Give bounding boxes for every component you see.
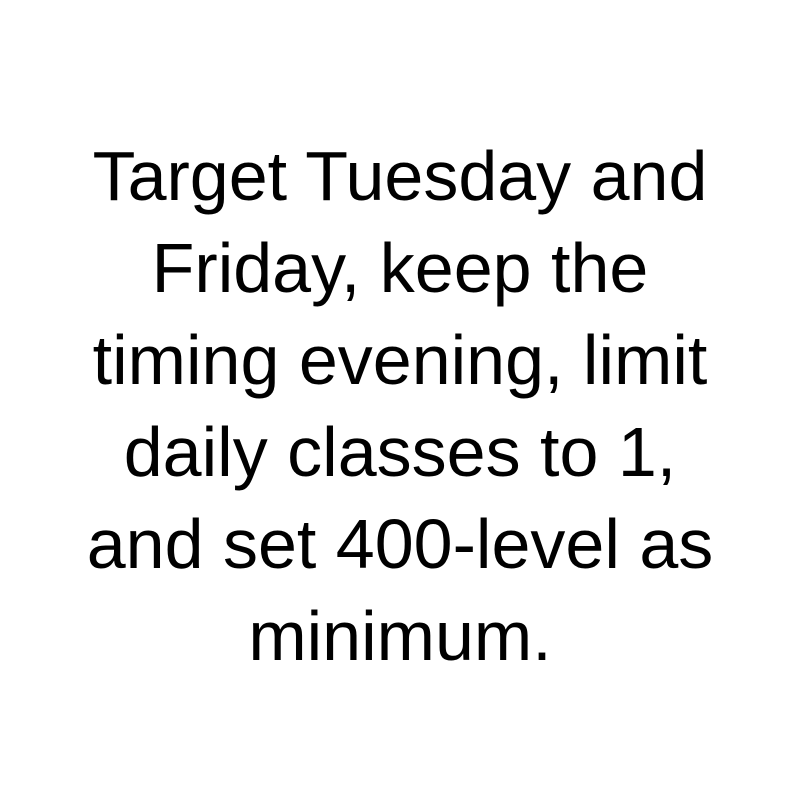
instruction-canvas: Target Tuesday and Friday, keep the timi…	[0, 0, 800, 800]
instruction-line-1: Target Tuesday and	[92, 137, 708, 215]
instruction-line-4: daily classes to 1,	[123, 413, 677, 491]
instruction-line-5: and set 400-level as	[86, 505, 714, 583]
instruction-text: Target Tuesday and Friday, keep the timi…	[0, 130, 800, 682]
instruction-line-2: Friday, keep the	[151, 229, 649, 307]
instruction-line-6: minimum.	[248, 597, 552, 675]
instruction-line-3: timing evening, limit	[92, 321, 708, 399]
